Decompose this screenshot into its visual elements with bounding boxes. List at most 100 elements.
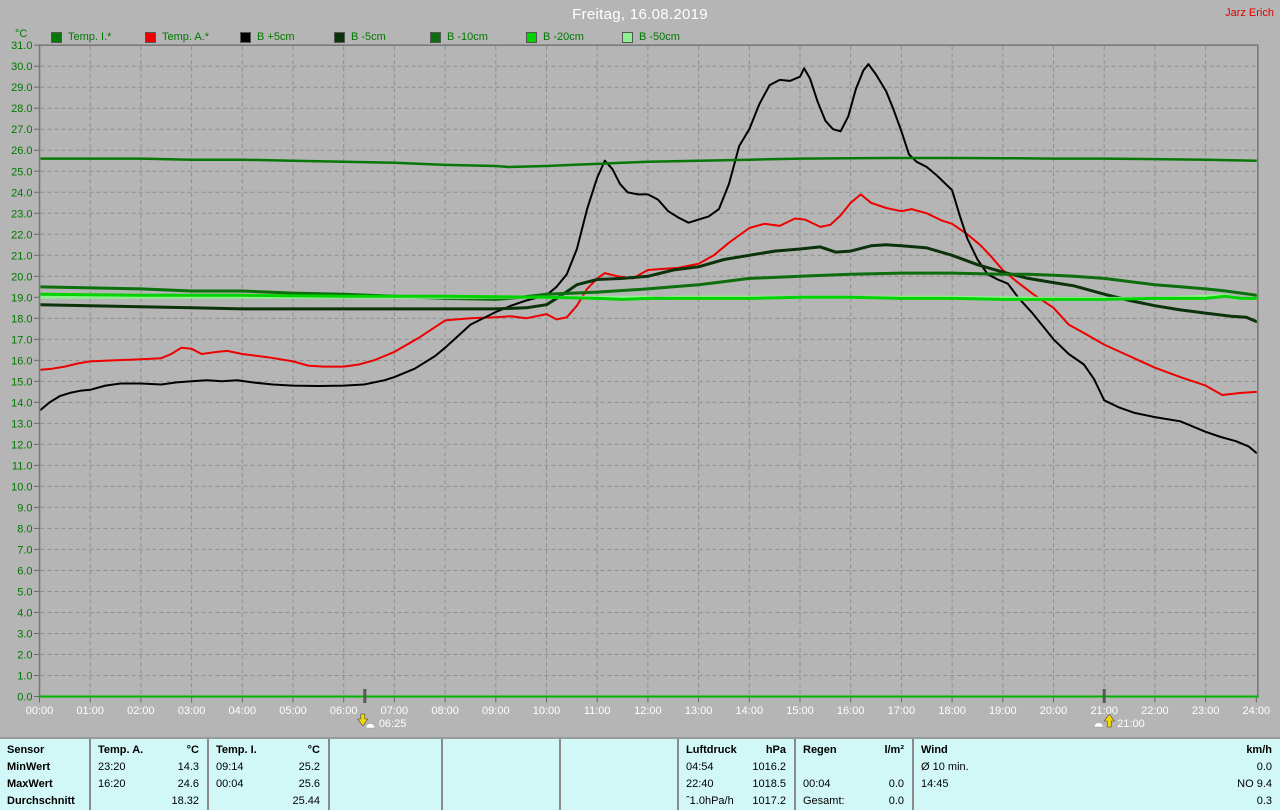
- stats-cell-value: 1018.5: [752, 778, 786, 790]
- x-tick-label: 18:00: [938, 705, 966, 717]
- stats-value-row: ˆ1.0hPa/h 1017.2: [679, 793, 794, 810]
- temperature-chart: 0.0 1.0 2.0 3.0 4.0 5.0 6.0 7.0 8.0 9.0 10.0 11.0 12…: [0, 0, 1280, 737]
- stats-value-row: 0.3: [914, 793, 1280, 810]
- plot-frame: [38, 44, 1259, 698]
- sunrise-arrow-icon: [357, 713, 369, 727]
- y-tick-label: 0.0: [17, 692, 32, 704]
- stats-cell-value: NO 9.4: [1237, 778, 1272, 790]
- y-tick-label: 30.0: [11, 61, 32, 73]
- x-tick-label: 02:00: [127, 705, 155, 717]
- stats-group-name: Temp. A.: [98, 744, 144, 756]
- stats-group-header: [330, 742, 441, 759]
- y-tick-label: 21.0: [11, 250, 32, 262]
- y-tick-label: 18.0: [11, 313, 32, 325]
- stats-value-row: [796, 759, 912, 776]
- x-tick-label: 08:00: [431, 705, 459, 717]
- stats-group-header: [443, 742, 559, 759]
- x-tick-label: 17:00: [888, 705, 916, 717]
- stats-table: Sensor MinWert MaxWert Durchschnitt Temp. A.…: [0, 737, 1280, 810]
- stats-col-sensor: Sensor MinWert MaxWert Durchschnitt: [0, 739, 89, 810]
- grid-lines: [40, 46, 1258, 696]
- y-tick-label: 7.0: [17, 544, 32, 556]
- stats-cell-value: 25.2: [298, 761, 320, 773]
- stats-cell-value: 0.3: [1256, 795, 1272, 807]
- stats-cell-time: ˆ1.0hPa/h: [686, 795, 734, 807]
- x-tick-label: 16:00: [837, 705, 865, 717]
- y-tick-label: 23.0: [11, 208, 32, 220]
- stats-group-unit: °C: [307, 744, 320, 756]
- stats-value-row: [561, 759, 677, 776]
- stats-value-row: 25.44: [209, 793, 328, 810]
- y-tick-label: 2.0: [17, 649, 32, 661]
- stats-cell-value: 18.32: [171, 795, 199, 807]
- x-tick-label: 20:00: [1040, 705, 1068, 717]
- stats-group-unit: hPa: [765, 744, 786, 756]
- stats-value-row: 18.32: [91, 793, 207, 810]
- y-tick-label: 16.0: [11, 355, 32, 367]
- stats-group-empty-4: [559, 739, 677, 810]
- stats-cell-value: 25.6: [298, 778, 320, 790]
- x-tick-label: 10:00: [533, 705, 561, 717]
- stats-value-row: 14:45 NO 9.4: [914, 776, 1280, 793]
- stats-value-row: [330, 759, 441, 776]
- y-tick-label: 5.0: [17, 586, 32, 598]
- stats-value-row: [330, 793, 441, 810]
- y-tick-label: 31.0: [11, 40, 32, 52]
- stats-cell-value: [803, 759, 904, 776]
- stats-group-temp-i-: Temp. I. °C 09:14 25.2 00:04 25.6 25.44: [207, 739, 328, 810]
- stats-group-unit: [450, 742, 551, 759]
- y-tick-label: 27.0: [11, 124, 32, 136]
- stats-group-header: Luftdruck hPa: [679, 742, 794, 759]
- sun-horizon-icon: [1093, 722, 1104, 728]
- stats-group-wind: Wind km/h Ø 10 min. 0.0 14:45 NO 9.4 0.3: [912, 739, 1280, 810]
- stats-row-label: MinWert: [0, 759, 89, 776]
- stats-cell-time: 14:45: [921, 778, 949, 790]
- x-tick-label: 01:00: [76, 705, 104, 717]
- stats-cell-value: 0.0: [888, 778, 904, 790]
- stats-cell-value: [568, 776, 669, 793]
- stats-group-header: Temp. A. °C: [91, 742, 207, 759]
- stats-value-row: [443, 759, 559, 776]
- y-tick-label: 8.0: [17, 523, 32, 535]
- y-tick-label: 12.0: [11, 439, 32, 451]
- stats-value-row: [561, 776, 677, 793]
- stats-cell-value: [450, 793, 551, 810]
- stats-group-temp-a-: Temp. A. °C 23:20 14.3 16:20 24.6 18.32: [89, 739, 207, 810]
- stats-cell-value: 24.6: [177, 778, 199, 790]
- y-tick-label: 20.0: [11, 271, 32, 283]
- y-tick-label: 3.0: [17, 628, 32, 640]
- x-tick-label: 14:00: [736, 705, 764, 717]
- x-tick-label: 24:00: [1243, 705, 1271, 717]
- y-tick-label: 10.0: [11, 481, 32, 493]
- stats-cell-time: 04:54: [686, 761, 714, 773]
- stats-group-header: Regen l/m²: [796, 742, 912, 759]
- x-tick-label: 03:00: [178, 705, 206, 717]
- y-tick-label: 15.0: [11, 376, 32, 388]
- x-tick-label: 23:00: [1192, 705, 1220, 717]
- stats-cell-value: [568, 793, 669, 810]
- stats-row-label: Durchschnitt: [0, 793, 89, 810]
- y-tick-label: 22.0: [11, 229, 32, 241]
- stats-cell-value: 0.0: [888, 795, 904, 807]
- weather-station-window: { "header": { "title": "Freitag, 16.08.2…: [0, 0, 1280, 810]
- stats-cell-time: 22:40: [686, 778, 714, 790]
- x-tick-label: 21:00: [1090, 705, 1118, 717]
- stats-label-text: Sensor: [7, 744, 45, 756]
- y-tick-label: 26.0: [11, 145, 32, 157]
- x-tick-label: 06:00: [330, 705, 358, 717]
- stats-value-row: 16:20 24.6: [91, 776, 207, 793]
- stats-cell-value: [337, 793, 433, 810]
- x-tick-label: 22:00: [1141, 705, 1169, 717]
- x-tick-label: 07:00: [381, 705, 409, 717]
- x-tick-label: 15:00: [786, 705, 814, 717]
- stats-value-row: 22:40 1018.5: [679, 776, 794, 793]
- stats-cell-value: 1016.2: [752, 761, 786, 773]
- x-tick-label: 00:00: [26, 705, 54, 717]
- stats-label-text: MaxWert: [7, 778, 53, 790]
- stats-group-empty-3: [441, 739, 559, 810]
- stats-group-unit: [568, 742, 669, 759]
- stats-row-label: MaxWert: [0, 776, 89, 793]
- stats-group-header: Temp. I. °C: [209, 742, 328, 759]
- y-tick-label: 1.0: [17, 670, 32, 682]
- y-tick-label: 6.0: [17, 565, 32, 577]
